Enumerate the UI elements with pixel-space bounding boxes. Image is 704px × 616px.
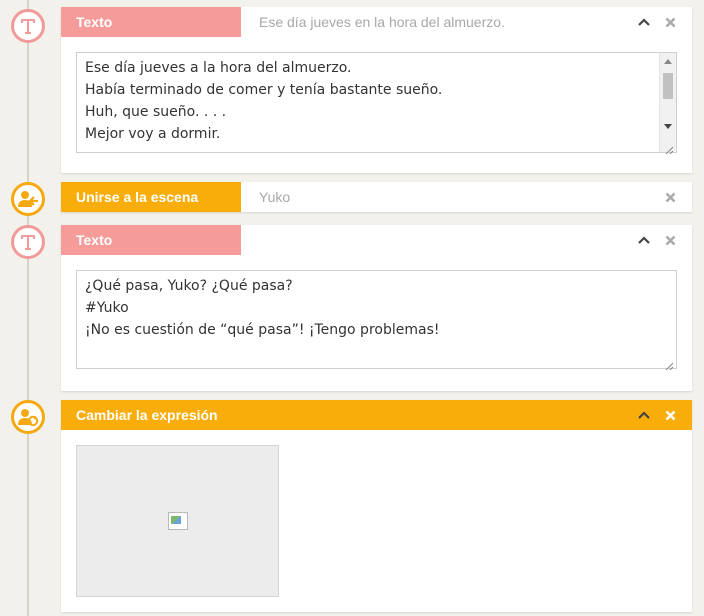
timeline-line [27, 0, 29, 616]
text-block-2-header[interactable]: Texto [61, 225, 692, 255]
scrollbar-thumb[interactable] [663, 73, 673, 99]
join-scene-node-icon [11, 182, 45, 216]
text-content: Ese día jueves a la hora del almuerzo. H… [85, 60, 443, 142]
text-content: ¿Qué pasa, Yuko? ¿Qué pasa? #Yuko ¡No es… [85, 278, 440, 338]
block-title: Texto [61, 225, 241, 255]
block-title: Texto [61, 7, 241, 37]
text-block-2: Texto ¿Qué pasa, Yuko? ¿Qué pasa? #Yuko … [61, 225, 692, 391]
join-scene-block: Unirse a la escena Yuko [61, 182, 692, 212]
broken-image-icon [167, 512, 188, 530]
resize-grip-icon[interactable] [664, 140, 674, 155]
scroll-up-arrow-icon[interactable] [660, 53, 676, 70]
chevron-up-icon[interactable] [638, 409, 650, 421]
close-x-icon[interactable] [664, 409, 676, 421]
block-summary [241, 225, 692, 255]
close-x-icon[interactable] [664, 191, 676, 203]
change-expression-node-icon [11, 400, 45, 434]
block-title: Cambiar la expresión [76, 407, 218, 423]
block-summary: Yuko [259, 189, 291, 205]
vertical-scrollbar[interactable] [659, 53, 676, 152]
chevron-up-icon[interactable] [638, 16, 650, 28]
text-block-1-header[interactable]: Texto Ese día jueves en la hora del almu… [61, 7, 692, 37]
join-scene-block-header[interactable]: Unirse a la escena Yuko [61, 182, 692, 212]
block-title: Unirse a la escena [61, 182, 241, 212]
expression-image-slot[interactable] [76, 445, 279, 597]
resize-grip-icon[interactable] [664, 356, 674, 371]
text-node-icon [11, 225, 45, 259]
close-x-icon[interactable] [664, 234, 676, 246]
text-content-field-1[interactable]: Ese día jueves a la hora del almuerzo. H… [76, 52, 677, 155]
chevron-up-icon[interactable] [638, 234, 650, 246]
change-expression-block: Cambiar la expresión [61, 400, 692, 612]
block-summary: Ese día jueves en la hora del almuerzo. [259, 14, 505, 30]
text-node-icon [11, 9, 45, 43]
scroll-down-arrow-icon[interactable] [660, 118, 676, 135]
text-content-field-2[interactable]: ¿Qué pasa, Yuko? ¿Qué pasa? #Yuko ¡No es… [76, 270, 677, 371]
change-expression-block-header[interactable]: Cambiar la expresión [61, 400, 692, 430]
text-block-1: Texto Ese día jueves en la hora del almu… [61, 7, 692, 173]
close-x-icon[interactable] [664, 16, 676, 28]
